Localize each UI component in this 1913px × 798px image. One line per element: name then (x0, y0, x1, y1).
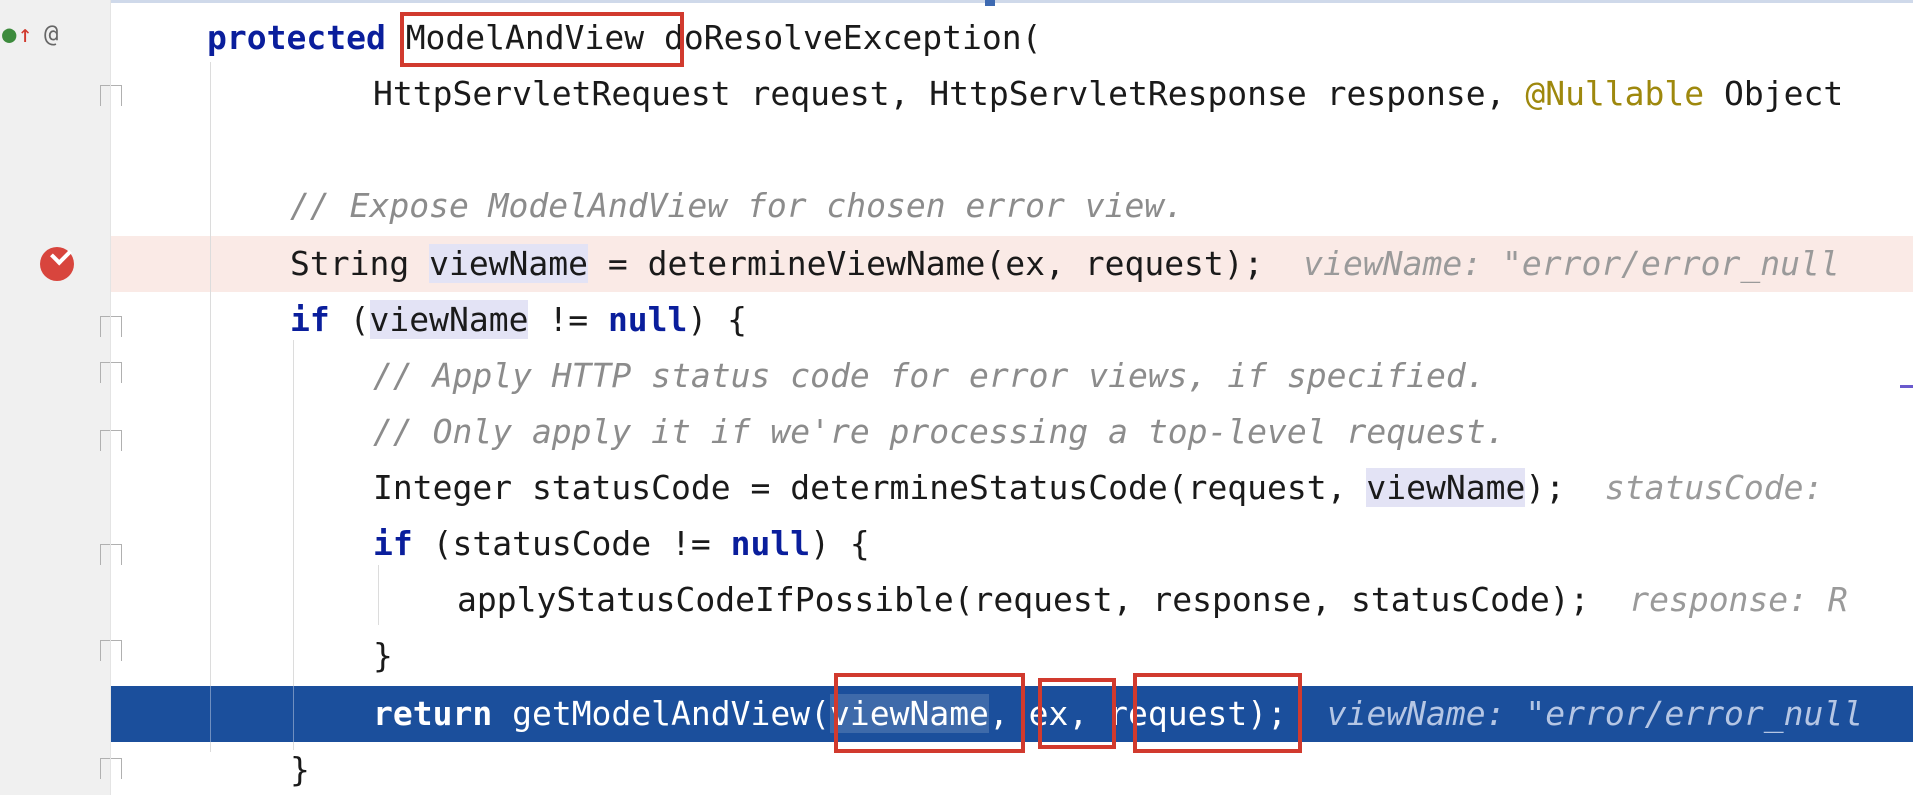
code-line[interactable]: // Apply HTTP status code for error view… (373, 348, 1486, 404)
inline-debug-value: response: R (1629, 580, 1848, 619)
red-highlight-box (1133, 673, 1302, 753)
at-icon[interactable]: @ (44, 20, 58, 48)
variable-viewname: viewName (369, 300, 529, 339)
indent-guide (210, 62, 211, 752)
code-line[interactable]: Integer statusCode = determineStatusCode… (373, 460, 1843, 516)
code-line[interactable]: // Expose ModelAndView for chosen error … (290, 178, 1184, 234)
comment: // Only apply it if we're processing a t… (373, 412, 1506, 451)
scroll-marker (985, 0, 995, 6)
up-arrow-icon[interactable]: ↑ (18, 20, 32, 48)
nullable-annotation: @Nullable (1525, 74, 1705, 113)
scrollbar-marker (1900, 385, 1913, 388)
gutter-separator (110, 0, 111, 795)
fold-marker-icon[interactable] (100, 758, 122, 779)
variable-viewname: viewName (429, 244, 589, 283)
red-highlight-box (1038, 678, 1116, 749)
code-line[interactable]: if (viewName != null) { (290, 292, 747, 348)
indent-guide (210, 686, 211, 742)
comment: // Expose ModelAndView for chosen error … (290, 186, 1185, 225)
code-line[interactable]: // Only apply it if we're processing a t… (373, 404, 1505, 460)
red-highlight-box (834, 673, 1025, 753)
fold-marker-icon[interactable] (100, 316, 122, 337)
fold-marker-icon[interactable] (100, 544, 122, 565)
code-line[interactable]: applyStatusCodeIfPossible(request, respo… (457, 572, 1848, 628)
fold-marker-icon[interactable] (100, 85, 122, 106)
code-line[interactable]: HttpServletRequest request, HttpServletR… (373, 66, 1843, 122)
editor-gutter[interactable]: ● ↑ @ (0, 0, 122, 795)
code-line[interactable]: if (statusCode != null) { (373, 516, 870, 572)
variable-viewname: viewName (1366, 468, 1526, 507)
code-line[interactable]: String viewName = determineViewName(ex, … (290, 236, 1840, 292)
inline-debug-value: viewName: "error/error_null (1303, 244, 1840, 283)
comment: // Apply HTTP status code for error view… (373, 356, 1486, 395)
inline-debug-value: viewName: "error/error_null (1326, 694, 1864, 733)
fold-marker-icon[interactable] (100, 362, 122, 383)
current-code-line[interactable]: return getModelAndView(viewName, ex, req… (373, 686, 1863, 742)
implements-icon[interactable]: ● (2, 20, 16, 48)
fold-marker-icon[interactable] (100, 640, 122, 661)
editor-top-border (0, 0, 1913, 3)
inline-debug-value: statusCode: (1604, 468, 1844, 507)
indent-guide (378, 565, 379, 625)
code-line[interactable]: } (373, 628, 393, 684)
code-line[interactable]: } (290, 742, 310, 798)
red-highlight-box (400, 12, 684, 67)
fold-marker-icon[interactable] (100, 430, 122, 451)
indent-guide (293, 686, 294, 742)
